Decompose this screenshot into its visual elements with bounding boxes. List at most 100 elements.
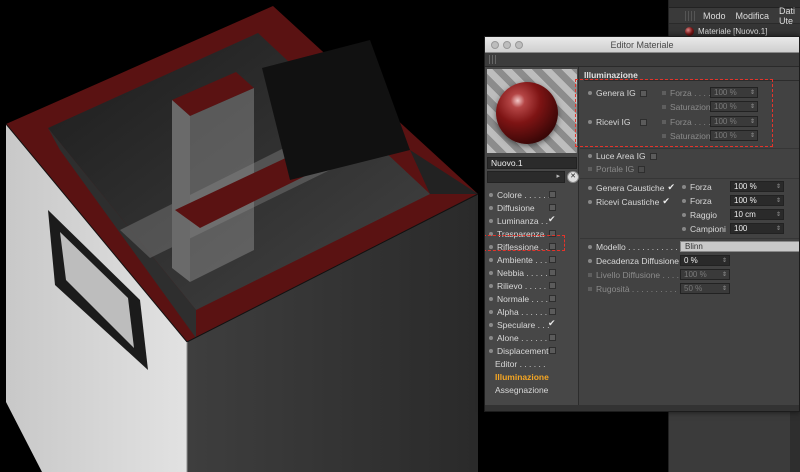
minimize-window-button[interactable] (503, 41, 511, 49)
divider (580, 178, 799, 179)
grip-icon[interactable] (489, 55, 498, 64)
portale-ig-label: Portale IG (596, 164, 635, 174)
channel-checkbox[interactable] (549, 256, 556, 263)
decadenza-input[interactable]: 0 % ⇕ (680, 255, 730, 266)
material-options-icon[interactable]: ✕ (567, 171, 579, 183)
preview-sphere-icon (496, 82, 558, 144)
channel-normale[interactable]: Normale . . . . (487, 292, 577, 305)
channel-colore[interactable]: Colore . . . . . . (487, 188, 577, 201)
channel-label: Displacement (497, 345, 549, 356)
channel-checkmark-icon[interactable]: ✔ (548, 214, 556, 225)
channel-label: Diffusione (497, 202, 535, 213)
caustiche-forza-2-input[interactable]: 100 % ⇕ (730, 195, 784, 206)
modello-label: Modello . . . . . . . . . . . . (596, 242, 683, 252)
luce-area-ig-row[interactable]: Luce Area IG (588, 151, 657, 161)
channel-label: Alone . . . . . . (497, 332, 548, 343)
livello-row: Livello Diffusione . . . . (588, 270, 679, 280)
channel-nebbia[interactable]: Nebbia . . . . . (487, 266, 577, 279)
menu-modo[interactable]: Modo (703, 11, 726, 21)
modello-select[interactable]: Blinn (680, 241, 799, 252)
decadenza-label: Decadenza Diffusione (596, 256, 680, 266)
channel-checkbox[interactable] (549, 295, 556, 302)
channel-checkbox[interactable] (549, 269, 556, 276)
channel-checkmark-icon[interactable]: ✔ (548, 318, 556, 329)
channel-label: Ambiente . . . (497, 254, 548, 265)
caustiche-forza-label: Forza (690, 182, 712, 192)
channel-checkbox[interactable] (549, 282, 556, 289)
material-item-label: Materiale [Nuovo.1] (698, 26, 768, 36)
raggio-input[interactable]: 10 cm ⇕ (730, 209, 784, 220)
genera-caustiche-checkmark-icon[interactable]: ✔ (668, 182, 676, 193)
channel-label: Illuminazione (495, 371, 549, 382)
window-titlebar[interactable]: Editor Materiale (485, 37, 799, 53)
close-window-button[interactable] (491, 41, 499, 49)
ricevi-caustiche-label: Ricevi Caustiche (596, 196, 660, 207)
window-title: Editor Materiale (610, 40, 674, 50)
channel-ambiente[interactable]: Ambiente . . . (487, 253, 577, 266)
channel-dot-icon (489, 348, 493, 353)
channel-alone[interactable]: Alone . . . . . . (487, 331, 577, 344)
highlight-outline-luminanza (485, 235, 565, 251)
channel-list: Colore . . . . . . Diffusione Luminanza . … (487, 188, 577, 396)
caustiche-forza-input[interactable]: 100 % ⇕ (730, 181, 784, 192)
menu-modifica[interactable]: Modifica (736, 11, 770, 21)
channel-dot-icon (489, 218, 493, 223)
caustiche-forza-row: Forza (682, 182, 712, 192)
channel-rilievo[interactable]: Rilievo . . . . . (487, 279, 577, 292)
material-name-field[interactable]: Nuovo.1 (487, 157, 577, 169)
channel-checkbox[interactable] (549, 347, 556, 354)
channel-speculare[interactable]: Speculare . . . ✔ (487, 318, 577, 331)
campioni-input[interactable]: 100 ⇕ (730, 223, 784, 234)
rugosita-input[interactable]: 50 % ⇕ (680, 283, 730, 294)
channel-sidebar: Nuovo.1 ▸ ✕ Colore . . . . . . Diffusione… (485, 67, 579, 411)
chevron-right-icon: ▸ (556, 173, 560, 180)
material-dropdown[interactable]: ▸ (487, 171, 565, 183)
genera-caustiche-label: Genera Caustiche (596, 182, 665, 193)
channel-assegnazione[interactable]: Assegnazione (487, 383, 577, 396)
grip-icon[interactable] (685, 11, 695, 21)
ricevi-caustiche-checkmark-icon[interactable]: ✔ (662, 196, 670, 207)
channel-alpha[interactable]: Alpha . . . . . . (487, 305, 577, 318)
portale-ig-row: Portale IG (588, 164, 646, 174)
channel-dot-icon (489, 270, 493, 275)
channel-label: Normale . . . . (497, 293, 549, 304)
channel-label: Nebbia . . . . . (497, 267, 548, 278)
channel-label: Luminanza . . (497, 215, 549, 226)
channel-checkbox[interactable] (549, 204, 556, 211)
channel-checkbox[interactable] (549, 191, 556, 198)
3d-viewport[interactable] (0, 0, 485, 472)
luce-area-ig-checkbox[interactable] (649, 152, 657, 160)
channel-dot-icon (489, 257, 493, 262)
editor-toolbar (485, 53, 799, 67)
channel-luminanza[interactable]: Luminanza . . ✔ (487, 214, 577, 227)
genera-caustiche-row[interactable]: Genera Caustiche ✔ (588, 182, 675, 193)
channel-label: Editor . . . . . . (495, 358, 546, 369)
channel-dot-icon (489, 322, 493, 327)
channel-checkbox[interactable] (549, 308, 556, 315)
divider (580, 238, 799, 239)
channel-dot-icon (489, 335, 493, 340)
material-thumbnail-icon (685, 26, 694, 36)
channel-label: Colore . . . . . . (497, 189, 551, 200)
channel-dot-icon (489, 309, 493, 314)
menu-dati-utente[interactable]: Dati Ute (779, 6, 800, 26)
channel-editor[interactable]: Editor . . . . . . (487, 357, 577, 370)
luce-area-ig-label: Luce Area IG (596, 151, 646, 161)
channel-dot-icon (489, 296, 493, 301)
zoom-window-button[interactable] (515, 41, 523, 49)
livello-label: Livello Diffusione . . . . (596, 270, 679, 280)
raggio-row: Raggio (682, 210, 717, 220)
livello-input[interactable]: 100 % ⇕ (680, 269, 730, 280)
ricevi-caustiche-row[interactable]: Ricevi Caustiche ✔ (588, 196, 670, 207)
raggio-label: Raggio (690, 210, 717, 220)
channel-diffusione[interactable]: Diffusione (487, 201, 577, 214)
channel-illuminazione[interactable]: Illuminazione (487, 370, 577, 383)
channel-dot-icon (489, 205, 493, 210)
portale-ig-checkbox[interactable] (638, 165, 646, 173)
channel-displacement[interactable]: Displacement (487, 344, 577, 357)
material-preview[interactable] (487, 69, 577, 153)
campioni-row: Campioni (682, 224, 726, 234)
channel-checkbox[interactable] (549, 334, 556, 341)
modello-row: Modello . . . . . . . . . . . . (588, 242, 682, 252)
rugosita-label: Rugosità . . . . . . . . . . (596, 284, 677, 294)
